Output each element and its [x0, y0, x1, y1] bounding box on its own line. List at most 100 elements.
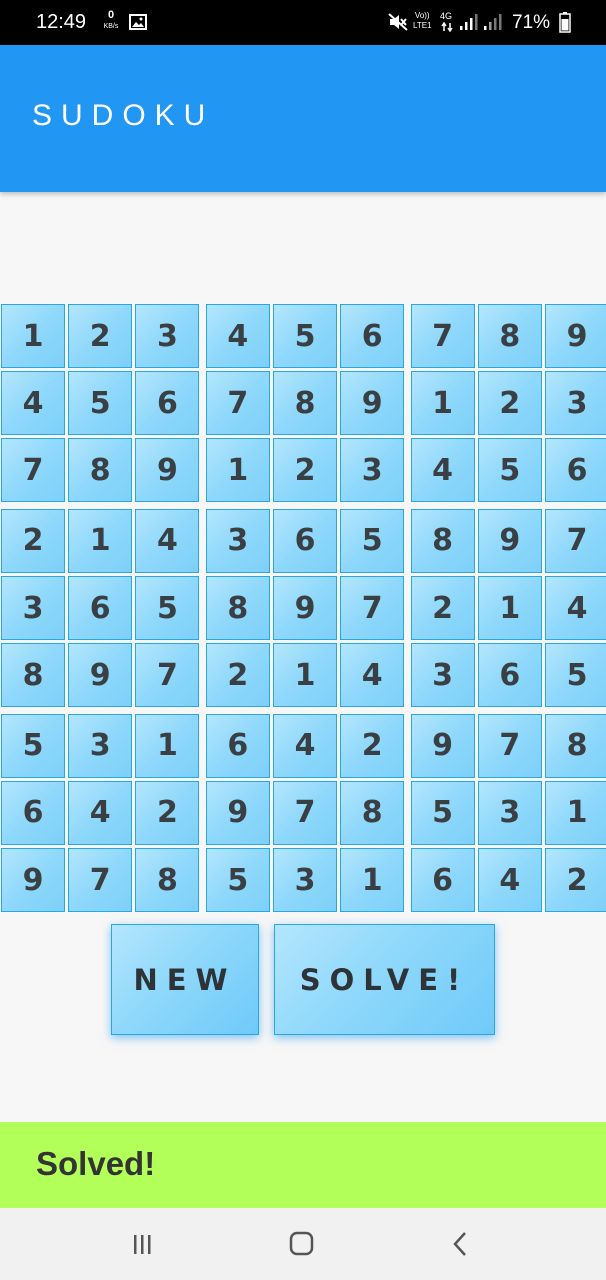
sudoku-cell[interactable]: 7	[273, 780, 337, 845]
sudoku-cell[interactable]: 6	[1, 780, 65, 845]
sudoku-cell[interactable]: 3	[68, 713, 133, 778]
sudoku-cell[interactable]: 7	[1, 438, 65, 503]
sudoku-cell[interactable]: 5	[205, 848, 270, 912]
home-icon	[289, 1231, 314, 1256]
sudoku-cell[interactable]: 3	[340, 438, 405, 503]
sudoku-cell[interactable]: 9	[273, 576, 337, 640]
sudoku-cell[interactable]: 3	[273, 848, 337, 912]
sudoku-cell[interactable]: 2	[273, 438, 337, 503]
sudoku-cell[interactable]: 5	[545, 643, 606, 708]
app-bar: SUDOKU	[0, 45, 606, 192]
sudoku-cell[interactable]: 4	[273, 713, 337, 778]
home-button[interactable]	[280, 1224, 324, 1264]
status-strip: Solved!	[0, 1122, 606, 1208]
sudoku-cell[interactable]: 8	[545, 713, 606, 778]
sudoku-cell[interactable]: 6	[477, 643, 542, 708]
sudoku-cell[interactable]: 2	[545, 848, 606, 912]
sudoku-cell[interactable]: 3	[205, 508, 270, 573]
navigation-bar	[0, 1208, 606, 1280]
sudoku-cell[interactable]: 4	[1, 371, 65, 436]
sudoku-cell[interactable]: 5	[477, 438, 542, 503]
sudoku-cell[interactable]: 1	[340, 848, 405, 912]
sudoku-cell[interactable]: 2	[340, 713, 405, 778]
mute-icon	[388, 13, 408, 31]
new-button[interactable]: NEW	[111, 924, 259, 1035]
sudoku-cell[interactable]: 3	[410, 643, 475, 708]
signal-icon	[460, 14, 478, 30]
sudoku-cell[interactable]: 8	[410, 508, 475, 573]
sudoku-cell[interactable]: 8	[477, 304, 542, 368]
sudoku-cell[interactable]: 8	[205, 576, 270, 640]
sudoku-cell[interactable]: 4	[340, 643, 405, 708]
sudoku-cell[interactable]: 8	[68, 438, 133, 503]
recent-apps-icon	[134, 1235, 151, 1254]
sudoku-cell[interactable]: 9	[340, 371, 405, 436]
sudoku-cell[interactable]: 3	[477, 780, 542, 845]
sudoku-cell[interactable]: 4	[68, 780, 133, 845]
recent-apps-button[interactable]	[122, 1224, 166, 1264]
sudoku-cell[interactable]: 3	[545, 371, 606, 436]
data-arrows-icon	[441, 22, 453, 32]
sudoku-cell[interactable]: 8	[1, 643, 65, 708]
solve-button[interactable]: SOLVE!	[274, 924, 495, 1035]
app-title: SUDOKU	[32, 99, 215, 132]
sudoku-cell[interactable]: 5	[273, 304, 337, 368]
sudoku-cell[interactable]: 4	[410, 438, 475, 503]
sudoku-cell[interactable]: 7	[477, 713, 542, 778]
network-speed: 0 KB/s	[99, 9, 123, 31]
sudoku-cell[interactable]: 2	[477, 371, 542, 436]
sudoku-cell[interactable]: 2	[135, 780, 200, 845]
sudoku-cell[interactable]: 9	[135, 438, 200, 503]
sudoku-cell[interactable]: 7	[135, 643, 200, 708]
sudoku-cell[interactable]: 1	[477, 576, 542, 640]
sudoku-cell[interactable]: 1	[273, 643, 337, 708]
sudoku-cell[interactable]: 6	[410, 848, 475, 912]
sudoku-cell[interactable]: 9	[477, 508, 542, 573]
network-speed-value: 0	[107, 9, 115, 21]
sudoku-cell[interactable]: 9	[1, 848, 65, 912]
sudoku-cell[interactable]: 5	[68, 371, 133, 436]
sudoku-cell[interactable]: 9	[205, 780, 270, 845]
sudoku-cell[interactable]: 7	[545, 508, 606, 573]
sudoku-cell[interactable]: 1	[545, 780, 606, 845]
back-button[interactable]	[438, 1224, 482, 1264]
sudoku-cell[interactable]: 8	[135, 848, 200, 912]
sudoku-cell[interactable]: 7	[68, 848, 133, 912]
sudoku-cell[interactable]: 5	[410, 780, 475, 845]
gallery-icon	[129, 14, 147, 30]
sudoku-cell[interactable]: 1	[68, 508, 133, 573]
sudoku-cell[interactable]: 1	[410, 371, 475, 436]
sudoku-cell[interactable]: 2	[68, 304, 133, 368]
sudoku-cell[interactable]: 4	[135, 508, 200, 573]
sudoku-cell[interactable]: 4	[205, 304, 270, 368]
sudoku-cell[interactable]: 9	[410, 713, 475, 778]
sudoku-cell[interactable]: 7	[410, 304, 475, 368]
sudoku-cell[interactable]: 4	[545, 576, 606, 640]
sudoku-cell[interactable]: 8	[273, 371, 337, 436]
signal-icon-2	[484, 14, 502, 30]
sudoku-cell[interactable]: 6	[340, 304, 405, 368]
sudoku-cell[interactable]: 1	[205, 438, 270, 503]
sudoku-cell[interactable]: 9	[545, 304, 606, 368]
sudoku-cell[interactable]: 1	[135, 713, 200, 778]
sudoku-cell[interactable]: 2	[410, 576, 475, 640]
sudoku-cell[interactable]: 6	[545, 438, 606, 503]
sudoku-cell[interactable]: 3	[135, 304, 200, 368]
sudoku-cell[interactable]: 6	[205, 713, 270, 778]
sudoku-cell[interactable]: 2	[1, 508, 65, 573]
sudoku-cell[interactable]: 6	[135, 371, 200, 436]
sudoku-cell[interactable]: 9	[68, 643, 133, 708]
sudoku-cell[interactable]: 1	[1, 304, 65, 368]
sudoku-cell[interactable]: 7	[340, 576, 405, 640]
sudoku-cell[interactable]: 4	[477, 848, 542, 912]
sudoku-cell[interactable]: 7	[205, 371, 270, 436]
sudoku-cell[interactable]: 3	[1, 576, 65, 640]
sudoku-cell[interactable]: 5	[135, 576, 200, 640]
sudoku-cell[interactable]: 6	[273, 508, 337, 573]
sudoku-cell[interactable]: 2	[205, 643, 270, 708]
sudoku-cell[interactable]: 6	[68, 576, 133, 640]
sudoku-cell[interactable]: 8	[340, 780, 405, 845]
sudoku-cell[interactable]: 5	[1, 713, 65, 778]
status-bar: 12:49 0 KB/s Vo)) LTE1 4G 71%	[0, 0, 606, 45]
sudoku-cell[interactable]: 5	[340, 508, 405, 573]
